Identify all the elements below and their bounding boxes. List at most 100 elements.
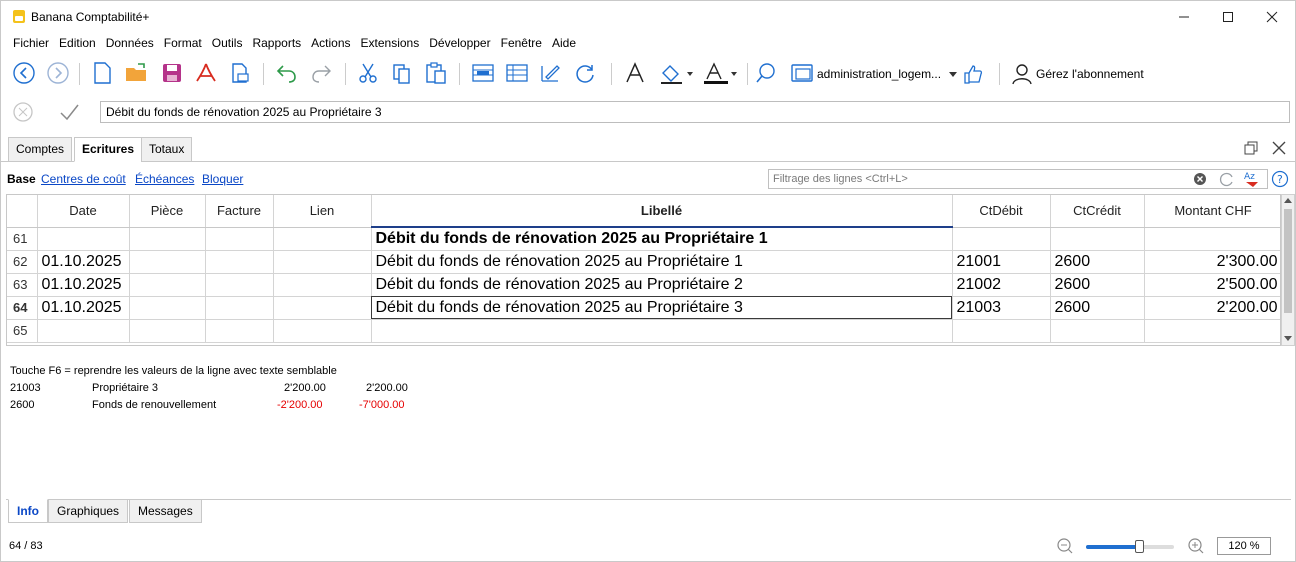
cell-ctcredit[interactable]: 2600	[1050, 250, 1145, 274]
cell-libelle[interactable]: Débit du fonds de rénovation 2025 au Pro…	[371, 273, 953, 297]
tab-ecritures[interactable]: Ecritures	[74, 137, 143, 162]
tab-messages[interactable]: Messages	[129, 499, 202, 523]
cell-libelle[interactable]: Débit du fonds de rénovation 2025 au Pro…	[371, 250, 953, 274]
cell-facture[interactable]	[205, 296, 274, 320]
cell-facture[interactable]	[205, 273, 274, 297]
pdf-button[interactable]	[193, 59, 219, 87]
menu-rapports[interactable]: Rapports	[252, 33, 301, 53]
table-row[interactable]: 63 01.10.2025 Débit du fonds de rénovati…	[7, 273, 1280, 297]
cell-ctcredit[interactable]	[1050, 319, 1145, 343]
cell-montant[interactable]	[1144, 319, 1280, 343]
paste-button[interactable]	[423, 59, 449, 87]
view-bloquer[interactable]: Bloquer	[202, 172, 243, 186]
cell-facture[interactable]	[205, 227, 274, 251]
col-date[interactable]: Date	[37, 195, 130, 228]
col-lien[interactable]: Lien	[273, 195, 372, 228]
col-libelle[interactable]: Libellé	[371, 195, 953, 228]
cell-libelle[interactable]	[371, 319, 953, 343]
cancel-edit-button[interactable]	[11, 97, 35, 127]
cell-piece[interactable]	[129, 227, 206, 251]
cell-facture[interactable]	[205, 319, 274, 343]
row-number[interactable]: 61	[7, 227, 38, 251]
cell-lien[interactable]	[273, 296, 372, 320]
zoom-out-icon[interactable]	[1056, 537, 1074, 555]
confirm-edit-button[interactable]	[57, 97, 81, 127]
close-panel-icon[interactable]	[1271, 140, 1287, 156]
cell-ctdebit[interactable]: 21002	[952, 273, 1051, 297]
clear-filter-icon[interactable]	[1193, 172, 1207, 186]
view-echeances[interactable]: Échéances	[135, 172, 194, 186]
row-number[interactable]: 63	[7, 273, 38, 297]
cell-ctcredit[interactable]: 2600	[1050, 296, 1145, 320]
table-row[interactable]: 62 01.10.2025 Débit du fonds de rénovati…	[7, 250, 1280, 274]
col-ctcredit[interactable]: CtCrédit	[1050, 195, 1145, 228]
menu-outils[interactable]: Outils	[212, 33, 243, 53]
table-row[interactable]: 65	[7, 319, 1280, 343]
scrollbar-thumb[interactable]	[1284, 209, 1292, 313]
cell-lien[interactable]	[273, 319, 372, 343]
col-montant[interactable]: Montant CHF	[1144, 195, 1280, 228]
print-preview-button[interactable]	[227, 59, 253, 87]
filter-options-icon[interactable]: Az	[1243, 170, 1263, 188]
menu-developper[interactable]: Développer	[429, 33, 490, 53]
subscription-button[interactable]: Gérez l'abonnement	[1011, 63, 1144, 85]
cell-lien[interactable]	[273, 227, 372, 251]
cut-button[interactable]	[355, 59, 381, 87]
cell-montant[interactable]: 2'300.00	[1144, 250, 1280, 274]
insert-rows-button[interactable]	[503, 59, 531, 87]
add-rows-button[interactable]	[469, 59, 497, 87]
tab-info[interactable]: Info	[8, 499, 48, 523]
cell-lien[interactable]	[273, 250, 372, 274]
table-row[interactable]: 61 Débit du fonds de rénovation 2025 au …	[7, 227, 1280, 251]
view-base[interactable]: Base	[7, 172, 36, 186]
back-button[interactable]	[11, 59, 37, 87]
scroll-up-icon[interactable]	[1282, 196, 1294, 206]
row-number[interactable]: 62	[7, 250, 38, 274]
col-rownum[interactable]	[7, 195, 38, 228]
zoom-slider[interactable]	[1086, 540, 1174, 553]
tab-graphiques[interactable]: Graphiques	[48, 499, 129, 523]
save-button[interactable]	[159, 59, 185, 87]
cell-ctcredit[interactable]	[1050, 227, 1145, 251]
cell-lien[interactable]	[273, 273, 372, 297]
menu-aide[interactable]: Aide	[552, 33, 576, 53]
cell-piece[interactable]	[129, 250, 206, 274]
scroll-down-icon[interactable]	[1282, 333, 1294, 343]
table-row-current[interactable]: 64 01.10.2025 Débit du fonds de rénovati…	[7, 296, 1280, 320]
restore-panel-icon[interactable]	[1243, 140, 1259, 156]
zoom-slider-thumb[interactable]	[1134, 540, 1144, 553]
font-button[interactable]	[621, 59, 649, 87]
close-window-button[interactable]	[1257, 5, 1287, 29]
recalculate-button[interactable]	[571, 59, 599, 87]
menu-actions[interactable]: Actions	[311, 33, 350, 53]
cell-date[interactable]: 01.10.2025	[37, 273, 130, 297]
menu-edition[interactable]: Edition	[59, 33, 96, 53]
cell-piece[interactable]	[129, 296, 206, 320]
refresh-filter-icon[interactable]	[1219, 171, 1235, 187]
menu-fichier[interactable]: Fichier	[13, 33, 49, 53]
view-centres-de-cout[interactable]: Centres de coût	[41, 172, 126, 186]
cell-ctdebit[interactable]	[952, 227, 1051, 251]
tab-comptes[interactable]: Comptes	[8, 137, 73, 162]
new-file-button[interactable]	[89, 59, 115, 87]
menu-fenetre[interactable]: Fenêtre	[501, 33, 542, 53]
edit-row-button[interactable]	[537, 59, 565, 87]
row-number[interactable]: 65	[7, 319, 38, 343]
cell-montant[interactable]: 2'500.00	[1144, 273, 1280, 297]
row-number[interactable]: 64	[7, 296, 38, 320]
cell-libelle[interactable]: Débit du fonds de rénovation 2025 au Pro…	[371, 227, 953, 251]
help-icon[interactable]: ?	[1271, 170, 1289, 188]
cell-date[interactable]	[37, 319, 130, 343]
cell-montant[interactable]	[1144, 227, 1280, 251]
open-file-button[interactable]	[123, 59, 151, 87]
text-color-button[interactable]	[701, 59, 741, 87]
cell-libelle-selected[interactable]: Débit du fonds de rénovation 2025 au Pro…	[371, 296, 953, 320]
document-selector[interactable]: administration_logem...	[791, 63, 983, 85]
cell-date[interactable]: 01.10.2025	[37, 250, 130, 274]
redo-button[interactable]	[307, 59, 335, 87]
forward-button[interactable]	[45, 59, 71, 87]
col-ctdebit[interactable]: CtDébit	[952, 195, 1051, 228]
cell-ctdebit[interactable]: 21001	[952, 250, 1051, 274]
copy-button[interactable]	[389, 59, 415, 87]
cell-piece[interactable]	[129, 273, 206, 297]
